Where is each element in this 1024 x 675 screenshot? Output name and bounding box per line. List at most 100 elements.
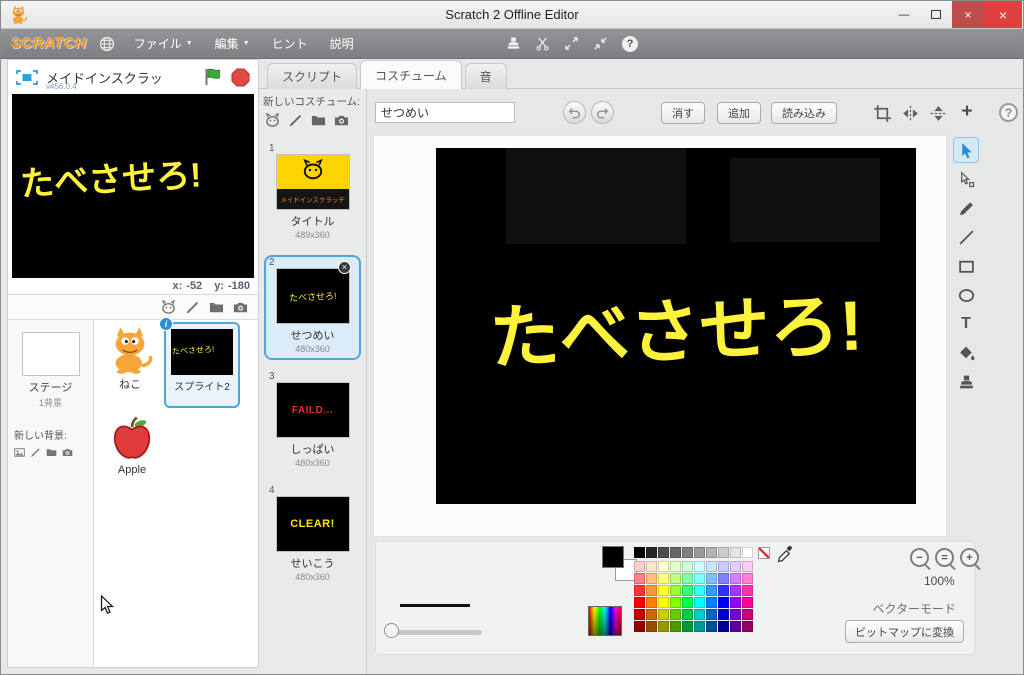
tab-sounds[interactable]: 音 <box>464 63 507 89</box>
tool-ellipse[interactable] <box>953 282 979 308</box>
color-swatch[interactable] <box>646 573 657 584</box>
color-swatch[interactable] <box>706 621 717 632</box>
close-button-secondary[interactable]: × <box>952 1 984 28</box>
color-swatch[interactable] <box>694 597 705 608</box>
color-swatch[interactable] <box>730 585 741 596</box>
shrink-sprite-icon[interactable] <box>593 36 608 51</box>
costume-item-setsumei[interactable]: 2 × たべさせろ! せつめい 480x360 <box>264 255 361 360</box>
costume-delete-button[interactable]: × <box>338 261 351 274</box>
color-swatch[interactable] <box>670 597 681 608</box>
color-swatch[interactable] <box>670 585 681 596</box>
color-swatch[interactable] <box>646 621 657 632</box>
color-swatch[interactable] <box>634 547 645 558</box>
color-swatch[interactable] <box>634 609 645 620</box>
color-swatch[interactable] <box>694 585 705 596</box>
color-swatch[interactable] <box>718 573 729 584</box>
color-swatch[interactable] <box>658 621 669 632</box>
rainbow-picker[interactable] <box>588 606 622 636</box>
color-swatch[interactable] <box>670 573 681 584</box>
color-swatch[interactable] <box>634 597 645 608</box>
new-sprite-camera-icon[interactable] <box>233 300 248 315</box>
color-swatch[interactable] <box>742 621 753 632</box>
color-swatch[interactable] <box>694 561 705 572</box>
sprite-item-sprite2[interactable]: i たべさせろ! スプライト2 <box>159 317 240 408</box>
convert-bitmap-button[interactable]: ビットマップに変換 <box>845 620 964 643</box>
block-help-icon[interactable]: ? <box>622 35 638 52</box>
tool-rectangle[interactable] <box>953 253 979 279</box>
new-costume-library-icon[interactable] <box>265 113 280 128</box>
menu-file[interactable]: ファイル ▼ <box>123 29 204 58</box>
slider-thumb[interactable] <box>384 623 399 638</box>
color-swatch[interactable] <box>658 573 669 584</box>
clear-button[interactable]: 消す <box>661 102 705 124</box>
color-swatch[interactable] <box>742 573 753 584</box>
color-swatch[interactable] <box>742 609 753 620</box>
color-swatch[interactable] <box>634 621 645 632</box>
color-swatch[interactable] <box>682 609 693 620</box>
color-swatch[interactable] <box>634 585 645 596</box>
zoom-reset-button[interactable]: = <box>935 548 954 567</box>
color-swatch[interactable] <box>730 547 741 558</box>
color-swatch[interactable] <box>718 585 729 596</box>
color-swatch[interactable] <box>706 561 717 572</box>
new-costume-upload-icon[interactable] <box>311 113 326 128</box>
color-swatch[interactable] <box>694 609 705 620</box>
color-swatch[interactable] <box>682 561 693 572</box>
new-costume-camera-icon[interactable] <box>334 113 349 128</box>
flip-horizontal-icon[interactable] <box>901 104 920 123</box>
color-swatch[interactable] <box>658 547 669 558</box>
color-swatch[interactable] <box>730 561 741 572</box>
color-swatch[interactable] <box>718 609 729 620</box>
tool-select[interactable] <box>953 137 979 163</box>
flip-vertical-icon[interactable] <box>929 104 948 123</box>
color-swatch[interactable] <box>718 621 729 632</box>
tool-fill[interactable] <box>953 340 979 366</box>
color-swatch[interactable] <box>682 573 693 584</box>
sprite-item-apple[interactable]: Apple <box>104 414 160 476</box>
help-button[interactable]: ? <box>999 103 1018 122</box>
new-sprite-library-icon[interactable] <box>161 300 176 315</box>
costume-item-shippai[interactable]: 3 FAILD... しっぱい 480x360 <box>264 369 361 474</box>
color-swatch[interactable] <box>658 585 669 596</box>
import-button[interactable]: 読み込み <box>771 102 837 124</box>
color-swatch[interactable] <box>742 585 753 596</box>
zoom-out-button[interactable]: − <box>910 548 929 567</box>
undo-button[interactable] <box>563 101 586 124</box>
stop-button[interactable] <box>231 68 250 87</box>
new-sprite-upload-icon[interactable] <box>209 300 224 315</box>
transparent-swatch[interactable] <box>758 547 770 559</box>
color-swatch[interactable] <box>670 561 681 572</box>
color-swatch[interactable] <box>730 609 741 620</box>
close-button[interactable]: × <box>984 1 1022 28</box>
color-swatch[interactable] <box>718 561 729 572</box>
set-costume-center-button[interactable]: + <box>955 100 979 124</box>
color-swatch[interactable] <box>634 561 645 572</box>
color-swatch[interactable] <box>646 547 657 558</box>
tool-pencil[interactable] <box>953 195 979 221</box>
redo-button[interactable] <box>591 101 614 124</box>
stage-thumbnail[interactable] <box>21 332 80 376</box>
color-swatch[interactable] <box>742 547 753 558</box>
color-swatch[interactable] <box>706 573 717 584</box>
tool-stamp[interactable] <box>953 369 979 395</box>
new-sprite-paint-icon[interactable] <box>185 300 200 315</box>
color-swatch[interactable] <box>646 597 657 608</box>
delete-scissors-icon[interactable] <box>535 36 550 51</box>
crop-icon[interactable] <box>873 104 892 123</box>
color-swatch[interactable] <box>718 547 729 558</box>
green-flag-button[interactable] <box>203 67 223 87</box>
color-swatch[interactable] <box>718 597 729 608</box>
maximize-button[interactable] <box>920 1 952 28</box>
language-globe-icon[interactable] <box>99 36 115 52</box>
color-swatch[interactable] <box>646 609 657 620</box>
new-backdrop-library-icon[interactable] <box>14 447 25 458</box>
color-swatch[interactable] <box>694 621 705 632</box>
color-swatch[interactable] <box>730 621 741 632</box>
paint-canvas[interactable]: たべさせろ! <box>373 135 947 537</box>
stroke-width-slider[interactable] <box>388 630 482 635</box>
eyedropper-icon[interactable] <box>776 544 794 564</box>
color-swatch[interactable] <box>706 585 717 596</box>
menu-edit[interactable]: 編集 ▼ <box>204 29 261 58</box>
color-swatch[interactable] <box>694 547 705 558</box>
color-swatch[interactable] <box>730 597 741 608</box>
